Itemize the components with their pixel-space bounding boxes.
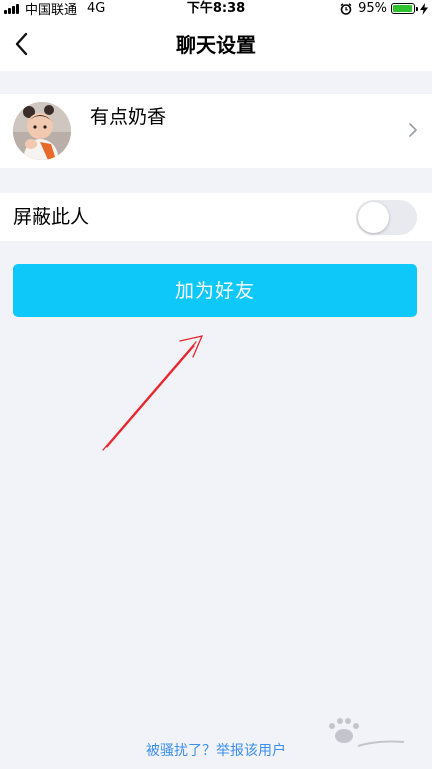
block-toggle[interactable] — [356, 200, 417, 235]
toggle-knob — [358, 202, 389, 233]
status-bar: 中国联通 4G 下午8:38 95% — [0, 0, 432, 18]
battery-percent: 95% — [358, 1, 387, 16]
watermark-logo — [329, 718, 405, 747]
nav-bar: 聊天设置 — [0, 17, 432, 71]
charging-icon — [420, 2, 428, 15]
profile-name: 有点奶香 — [90, 106, 167, 128]
add-friend-button[interactable]: 加为好友 — [13, 264, 417, 317]
block-row: 屏蔽此人 — [0, 193, 432, 241]
avatar[interactable] — [13, 102, 71, 160]
block-label: 屏蔽此人 — [13, 206, 90, 228]
profile-row[interactable]: 有点奶香 — [0, 94, 432, 168]
alarm-icon — [340, 2, 352, 15]
page-title: 聊天设置 — [176, 33, 256, 57]
battery-fill — [393, 5, 412, 12]
chevron-right-icon — [409, 123, 417, 137]
status-right: 95% — [340, 0, 428, 17]
battery-icon — [391, 3, 418, 14]
